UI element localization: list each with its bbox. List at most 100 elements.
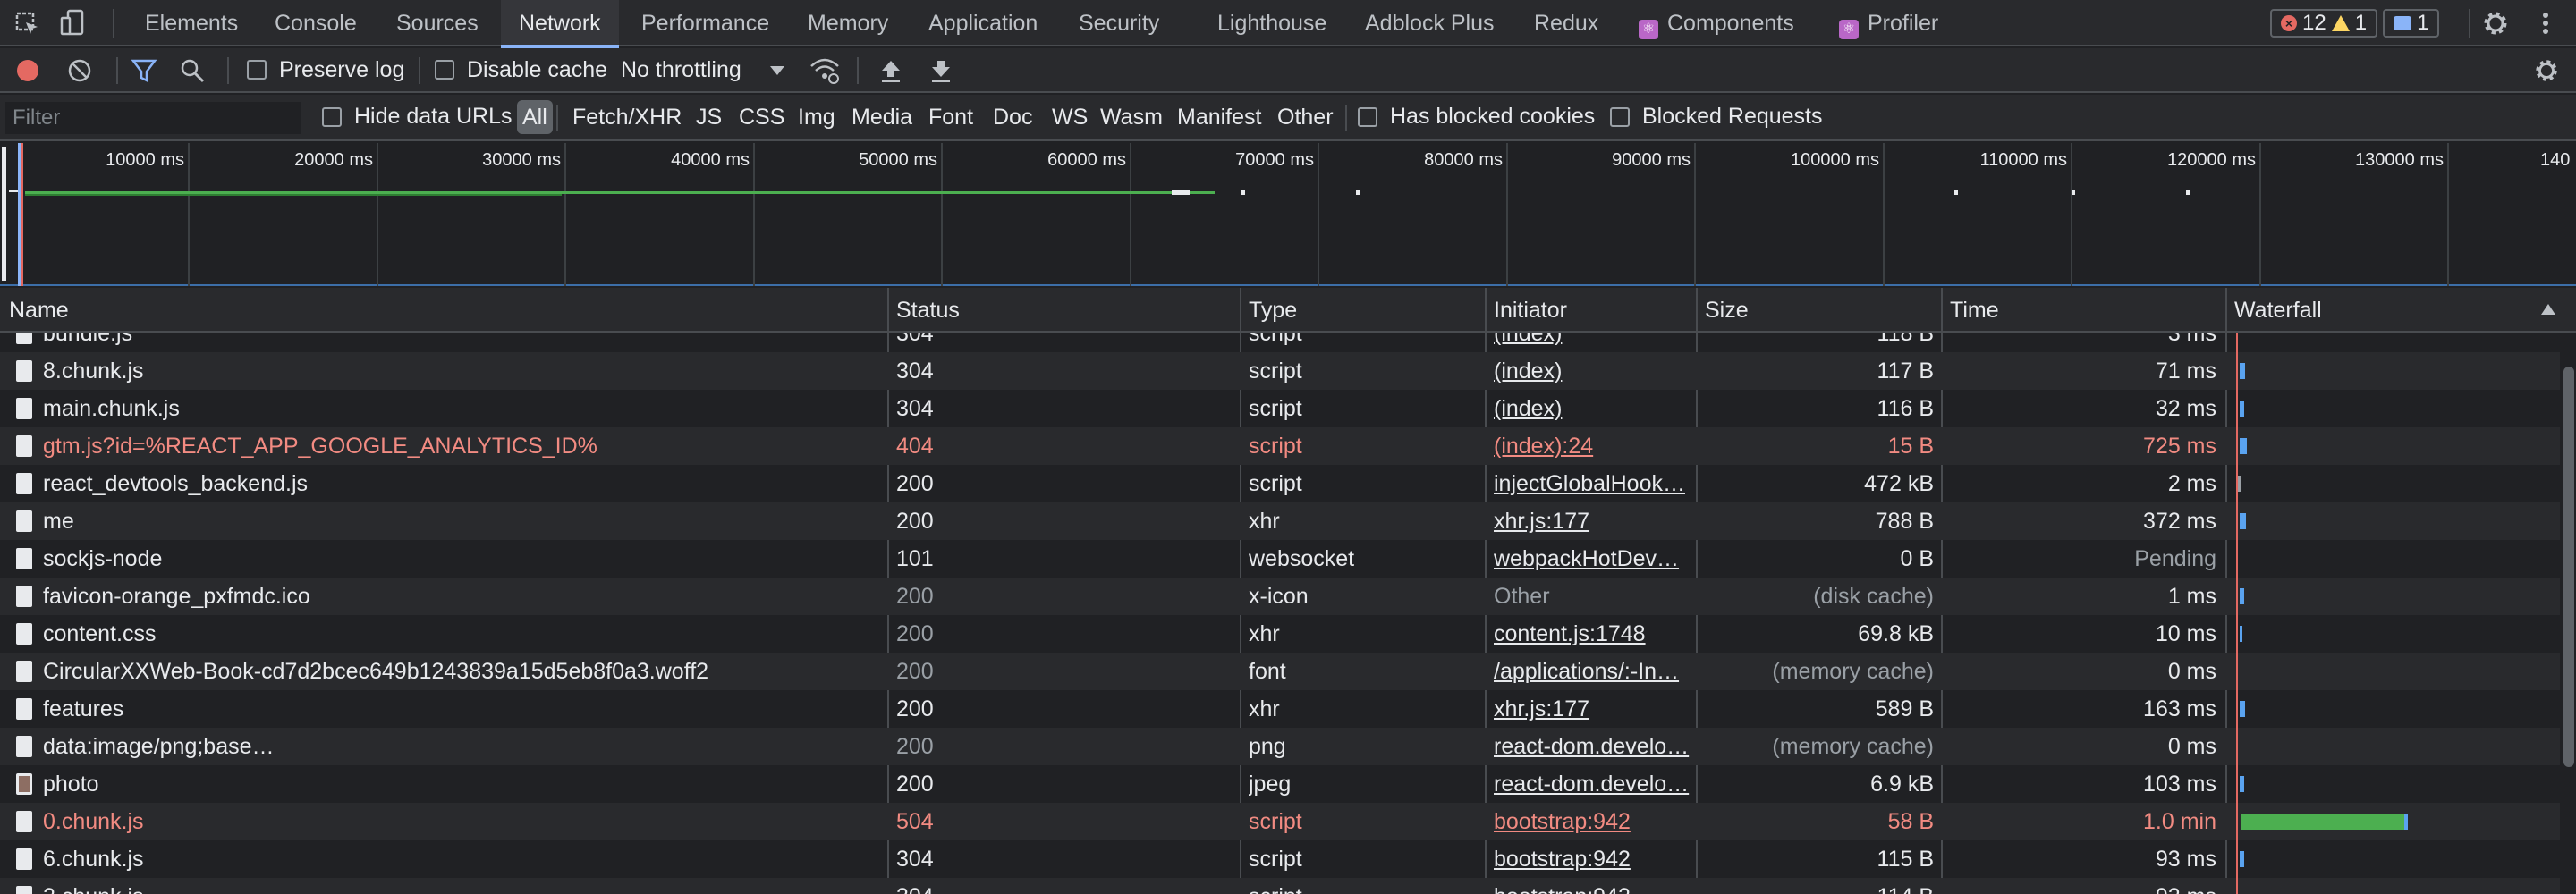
column-header-waterfall[interactable]: Waterfall bbox=[2225, 288, 2322, 333]
type-filter-other[interactable]: Other bbox=[1274, 100, 1337, 134]
request-row[interactable]: me 200 xhr xhr.js:177 788 B 372 ms bbox=[0, 502, 2560, 540]
request-row[interactable]: content.css 200 xhr content.js:1748 69.8… bbox=[0, 615, 2560, 653]
device-toolbar-icon[interactable] bbox=[59, 9, 86, 38]
tab-memory[interactable]: Memory bbox=[808, 0, 888, 46]
request-row[interactable]: bundle.js 304 script (index) 118 B 3 ms bbox=[0, 333, 2560, 352]
has-blocked-cookies-checkbox[interactable] bbox=[1358, 107, 1377, 127]
column-header-type[interactable]: Type bbox=[1240, 288, 1297, 333]
request-status: 304 bbox=[896, 878, 1236, 894]
request-initiator-link[interactable]: bootstrap:942 bbox=[1494, 840, 1690, 878]
request-initiator-link[interactable]: bootstrap:942 bbox=[1494, 803, 1690, 840]
type-filter-font[interactable]: Font bbox=[925, 100, 977, 134]
blocked-requests-checkbox[interactable] bbox=[1610, 107, 1630, 127]
column-header-initiator[interactable]: Initiator bbox=[1485, 288, 1567, 333]
request-row[interactable]: CircularXXWeb-Book-cd7d2bcec649b1243839a… bbox=[0, 653, 2560, 690]
tab-label: Profiler bbox=[1868, 11, 1939, 36]
network-settings-gear-icon[interactable] bbox=[2533, 57, 2560, 84]
request-row-error[interactable]: 0.chunk.js 504 script bootstrap:942 58 B… bbox=[0, 803, 2560, 840]
warning-count: 1 bbox=[2354, 11, 2368, 35]
chevron-down-icon[interactable] bbox=[769, 64, 785, 77]
tab-profiler[interactable]: ⚛ Profiler bbox=[1839, 0, 1938, 46]
tab-application[interactable]: Application bbox=[928, 0, 1038, 46]
request-status: 200 bbox=[896, 471, 934, 496]
tab-components[interactable]: ⚛ Components bbox=[1639, 0, 1794, 46]
more-options-icon[interactable] bbox=[2537, 9, 2555, 38]
request-row-error[interactable]: gtm.js?id=%REACT_APP_GOOGLE_ANALYTICS_ID… bbox=[0, 427, 2560, 465]
type-filter-all[interactable]: All bbox=[517, 100, 553, 134]
request-initiator-link[interactable]: (index):24 bbox=[1494, 427, 1690, 465]
tab-elements[interactable]: Elements bbox=[145, 0, 238, 46]
waterfall-bar bbox=[2240, 776, 2244, 792]
request-row[interactable]: main.chunk.js 304 script (index) 116 B 3… bbox=[0, 390, 2560, 427]
tab-security[interactable]: Security bbox=[1079, 0, 1159, 46]
tab-lighthouse[interactable]: Lighthouse bbox=[1217, 0, 1326, 46]
network-overview-timeline[interactable]: 10000 ms 20000 ms 30000 ms 40000 ms 5000… bbox=[0, 143, 2576, 286]
type-filter-media[interactable]: Media bbox=[848, 100, 916, 134]
request-initiator-link[interactable]: webpackHotDev… bbox=[1494, 540, 1690, 578]
hide-data-urls-checkbox[interactable] bbox=[322, 107, 342, 127]
request-row[interactable]: 6.chunk.js 304 script bootstrap:942 115 … bbox=[0, 840, 2560, 878]
preserve-log-checkbox[interactable] bbox=[247, 60, 267, 80]
column-header-time[interactable]: Time bbox=[1941, 288, 1999, 333]
export-har-icon[interactable] bbox=[928, 57, 953, 84]
type-filter-doc[interactable]: Doc bbox=[989, 100, 1036, 134]
vertical-scrollbar-thumb[interactable] bbox=[2563, 367, 2574, 767]
request-row[interactable]: sockjs-node 101 websocket webpackHotDev…… bbox=[0, 540, 2560, 578]
tab-adblock-plus[interactable]: Adblock Plus bbox=[1365, 0, 1495, 46]
issues-counter[interactable]: × 12 1 1 bbox=[2270, 9, 2440, 38]
type-filter-manifest[interactable]: Manifest bbox=[1174, 100, 1265, 134]
search-icon[interactable] bbox=[179, 57, 206, 84]
sort-ascending-icon[interactable] bbox=[2540, 302, 2556, 316]
request-row[interactable]: 8.chunk.js 304 script (index) 117 B 71 m… bbox=[0, 352, 2560, 390]
request-initiator-link[interactable]: xhr.js:177 bbox=[1494, 502, 1690, 540]
import-har-icon[interactable] bbox=[878, 57, 903, 84]
request-row[interactable]: features 200 xhr xhr.js:177 589 B 163 ms bbox=[0, 690, 2560, 728]
type-filter-wasm[interactable]: Wasm bbox=[1097, 100, 1166, 134]
request-row[interactable]: 2.chunk.js 304 script bootstrap:942 114 … bbox=[0, 878, 2560, 894]
tab-network[interactable]: Network bbox=[501, 0, 619, 48]
settings-gear-icon[interactable] bbox=[2481, 9, 2510, 38]
throttling-select[interactable]: No throttling bbox=[621, 57, 741, 83]
filter-icon[interactable] bbox=[131, 57, 157, 84]
request-initiator-link[interactable]: react-dom.develo… bbox=[1494, 728, 1690, 765]
request-initiator-link[interactable]: react-dom.develo… bbox=[1494, 765, 1690, 803]
request-initiator-link[interactable]: content.js:1748 bbox=[1494, 615, 1690, 653]
type-filter-js[interactable]: JS bbox=[692, 100, 725, 134]
column-header-size[interactable]: Size bbox=[1696, 288, 1749, 333]
request-initiator-link[interactable]: (index) bbox=[1494, 333, 1690, 352]
inspect-element-icon[interactable] bbox=[14, 11, 41, 38]
type-filter-css[interactable]: CSS bbox=[735, 100, 788, 134]
request-initiator-link[interactable]: xhr.js:177 bbox=[1494, 690, 1690, 728]
file-icon bbox=[16, 435, 32, 457]
network-conditions-icon[interactable] bbox=[809, 55, 841, 86]
column-header-status[interactable]: Status bbox=[887, 288, 960, 333]
record-icon[interactable] bbox=[14, 57, 41, 84]
clear-icon[interactable] bbox=[66, 57, 93, 84]
type-filter-ws[interactable]: WS bbox=[1048, 100, 1091, 134]
request-status: 304 bbox=[896, 396, 934, 421]
tab-console[interactable]: Console bbox=[275, 0, 357, 46]
issue-summary-pill[interactable]: × 12 1 bbox=[2270, 9, 2378, 38]
type-filter-img[interactable]: Img bbox=[794, 100, 839, 134]
disable-cache-checkbox[interactable] bbox=[435, 60, 454, 80]
request-type: png bbox=[1249, 734, 1286, 759]
messages-pill[interactable]: 1 bbox=[2383, 9, 2440, 38]
request-initiator-link[interactable]: (index) bbox=[1494, 352, 1690, 390]
request-name: main.chunk.js bbox=[43, 396, 180, 421]
type-filter-fetch-xhr[interactable]: Fetch/XHR bbox=[569, 100, 685, 134]
tab-performance[interactable]: Performance bbox=[641, 0, 769, 46]
request-row[interactable]: react_devtools_backend.js 200 script inj… bbox=[0, 465, 2560, 502]
waterfall-bar bbox=[2240, 438, 2247, 454]
request-initiator-link[interactable]: injectGlobalHook… bbox=[1494, 465, 1690, 502]
request-row[interactable]: data:image/png;base… 200 png react-dom.d… bbox=[0, 728, 2560, 765]
tab-sources[interactable]: Sources bbox=[396, 0, 479, 46]
tab-redux[interactable]: Redux bbox=[1534, 0, 1598, 46]
filter-input[interactable] bbox=[5, 102, 301, 134]
request-initiator-link[interactable]: (index) bbox=[1494, 390, 1690, 427]
column-header-name[interactable]: Name bbox=[0, 288, 69, 333]
request-row[interactable]: favicon-orange_pxfmdc.ico 200 x-icon Oth… bbox=[0, 578, 2560, 615]
request-initiator-link[interactable]: /applications/:-In… bbox=[1494, 653, 1690, 690]
request-row[interactable]: photo 200 jpeg react-dom.develo… 6.9 kB … bbox=[0, 765, 2560, 803]
request-initiator-link[interactable]: bootstrap:942 bbox=[1494, 878, 1690, 894]
file-icon bbox=[16, 811, 32, 832]
